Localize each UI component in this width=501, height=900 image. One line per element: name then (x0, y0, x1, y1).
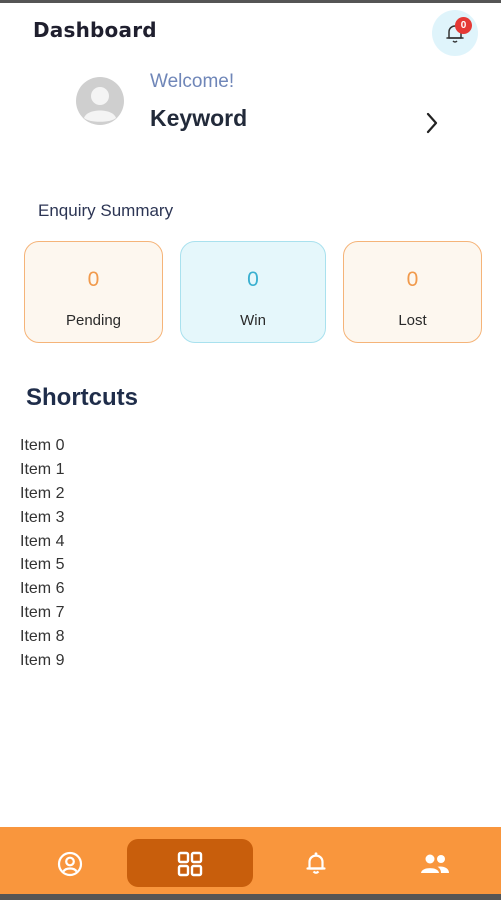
bell-icon (306, 852, 326, 874)
notification-badge: 0 (455, 17, 472, 34)
shortcut-item[interactable]: Item 2 (20, 482, 64, 506)
lost-count: 0 (406, 268, 419, 291)
nav-profile[interactable] (40, 827, 100, 894)
nav-dashboard[interactable] (127, 839, 253, 887)
bottom-navigation (0, 827, 501, 894)
page-title: Dashboard (33, 18, 157, 42)
lost-label: Lost (398, 312, 427, 329)
shortcut-item[interactable]: Item 8 (20, 625, 64, 649)
win-label: Win (240, 312, 266, 329)
shortcut-item[interactable]: Item 4 (20, 530, 64, 554)
avatar (76, 77, 124, 125)
enquiry-summary-title: Enquiry Summary (38, 201, 174, 220)
profile-icon (57, 851, 83, 877)
shortcut-item[interactable]: Item 6 (20, 577, 64, 601)
chevron-right-icon[interactable] (425, 112, 439, 134)
shortcut-item[interactable]: Item 9 (20, 649, 64, 673)
shortcut-item[interactable]: Item 0 (20, 434, 64, 458)
notification-button[interactable]: 0 (432, 10, 478, 56)
user-name: Keyword (150, 105, 248, 131)
win-count: 0 (247, 268, 259, 291)
shortcut-item[interactable]: Item 1 (20, 458, 64, 482)
enquiry-card-win[interactable]: 0 Win (180, 241, 326, 343)
shortcut-item[interactable]: Item 7 (20, 601, 64, 625)
enquiry-card-pending[interactable]: 0 Pending (24, 241, 163, 343)
system-nav-edge (0, 894, 501, 900)
shortcuts-title: Shortcuts (26, 384, 139, 411)
shortcut-item[interactable]: Item 5 (20, 553, 64, 577)
welcome-text: Welcome! (150, 71, 235, 92)
enquiry-card-lost[interactable]: 0 Lost (343, 241, 482, 343)
shortcut-list: Item 0 Item 1 Item 2 Item 3 Item 4 Item … (20, 434, 64, 673)
dashboard-icon (177, 851, 203, 877)
shortcut-item[interactable]: Item 3 (20, 506, 64, 530)
pending-label: Pending (65, 312, 122, 329)
pending-count: 0 (87, 268, 100, 291)
profile-card[interactable]: Welcome! Keyword (70, 65, 450, 145)
nav-notifications[interactable] (286, 827, 346, 894)
app-header: Dashboard 0 (0, 0, 501, 60)
nav-team[interactable] (405, 827, 465, 894)
team-icon (421, 854, 449, 873)
